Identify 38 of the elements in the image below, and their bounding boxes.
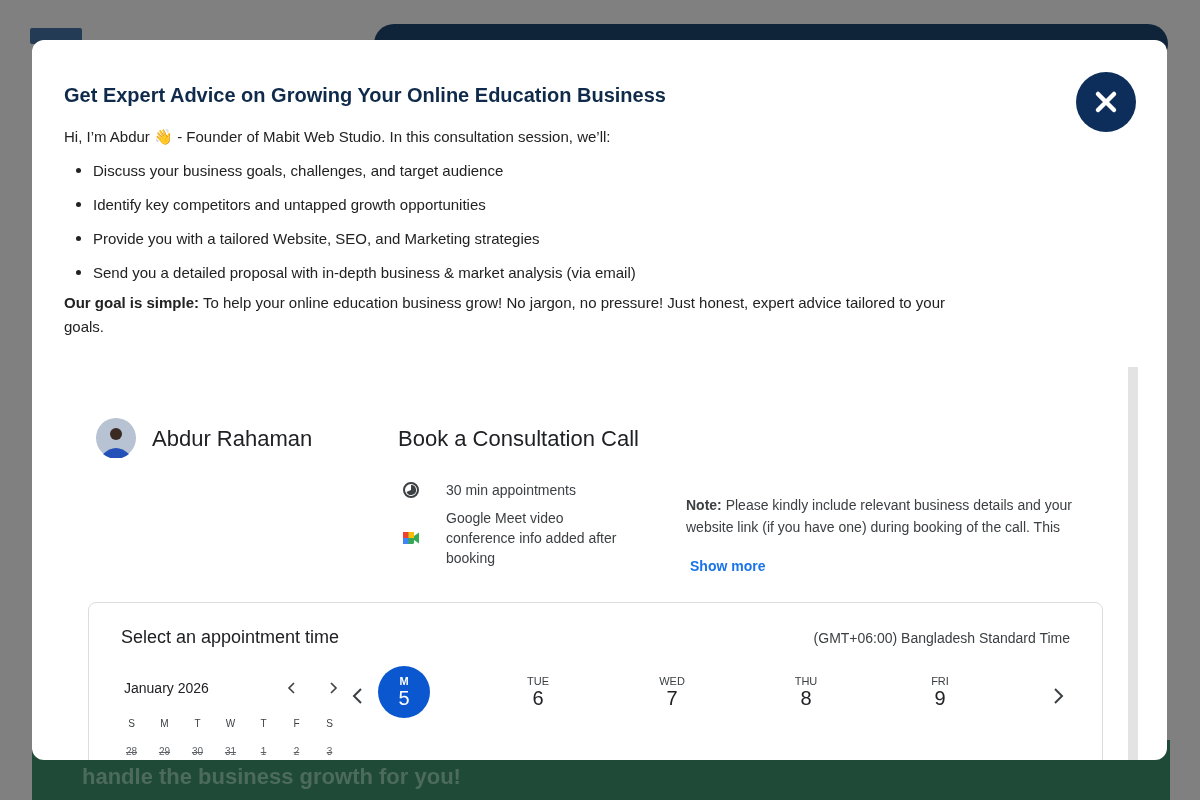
bullet-text: Send you a detailed proposal with in-depth business & market analysis (via email) (93, 263, 636, 281)
avatar-icon (96, 418, 136, 458)
day-tab[interactable]: TUE 6 (512, 666, 564, 718)
scrollbar[interactable] (1128, 367, 1138, 760)
weekday-label: T (193, 717, 202, 731)
bullet-text: Identify key competitors and untapped growth opportunities (93, 195, 486, 213)
detail-text: 30 min appointments (446, 481, 577, 500)
bullet-text: Discuss your business goals, challenges, and target audience (93, 161, 504, 179)
bullet-icon (76, 201, 81, 207)
weekday-label: S (127, 717, 136, 731)
show-more-link[interactable]: Show more (690, 558, 766, 574)
weekday-label: M (159, 717, 170, 731)
clock-icon (402, 481, 420, 499)
bullet-icon (76, 235, 81, 241)
bullet-text: Provide you with a tailored Website, SEO, and Marketing strategies (93, 229, 540, 247)
goal-text: Our goal is simple: To help your online education business grow! No jargon, no pressure! Just honest, expert advice tailored to your goals. (64, 293, 947, 337)
weekday-label: W (224, 717, 237, 731)
close-button[interactable] (1076, 72, 1136, 132)
day-tab[interactable]: THU 8 (780, 666, 832, 718)
day-tab[interactable]: FRI 9 (914, 666, 966, 718)
intro-text: Hi, I’m Abdur 👋 - Founder of Mabit Web Studio. In this consultation session, we’ll: (64, 127, 612, 147)
weekday-label: S (325, 717, 334, 731)
bullet-icon (76, 269, 81, 275)
video-camera-icon (402, 530, 420, 546)
note-text: Note: Please kindly include relevant business details and your website link (if you have one) during booking of the call. This (686, 496, 1073, 537)
weekday-label: T (259, 717, 268, 731)
detail-text: Google Meet video conference info added after booking (446, 509, 618, 568)
day-tab[interactable]: M 5 (378, 666, 430, 718)
host-name: Abdur Rahaman (152, 426, 313, 452)
timezone-text: (GMT+06:00) Bangladesh Standard Time (813, 629, 1070, 646)
day-tab[interactable]: WED 7 (646, 666, 698, 718)
dialog-title: Get Expert Advice on Growing Your Online Education Business (64, 84, 666, 107)
close-icon (1094, 90, 1118, 114)
bullet-icon (76, 167, 81, 173)
weekday-label: F (292, 717, 301, 731)
scheduler-heading: Select an appointment time (121, 627, 340, 648)
booking-title: Book a Consultation Call (398, 426, 640, 452)
month-label: January 2026 (124, 680, 210, 696)
